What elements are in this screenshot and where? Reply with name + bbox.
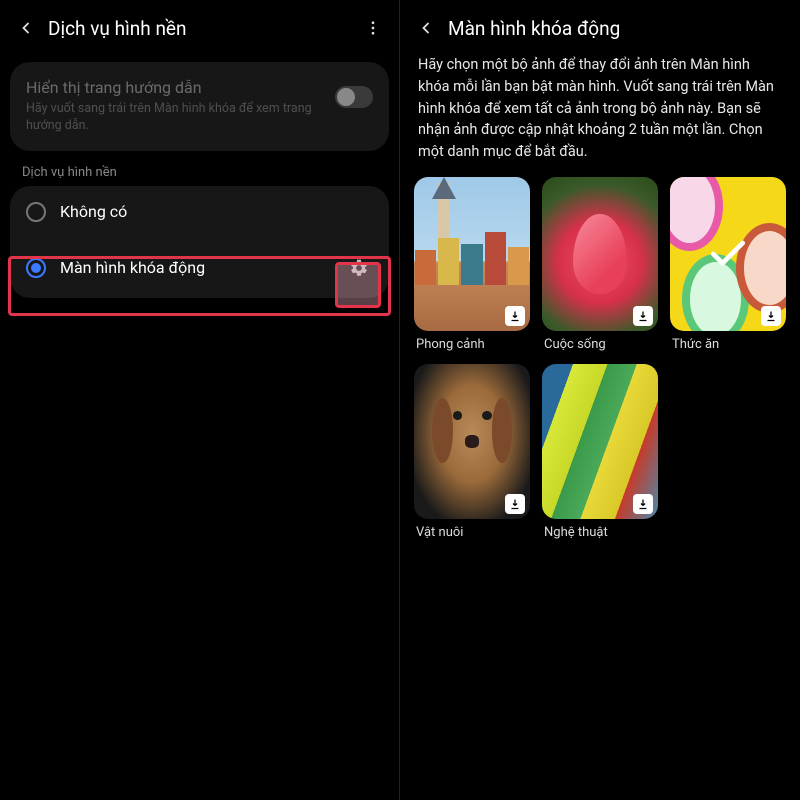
thumbnail [670, 177, 786, 332]
more-vertical-icon [364, 19, 382, 37]
page-title: Dịch vụ hình nền [48, 17, 359, 40]
category-label: Vật nuôi [414, 525, 530, 540]
download-icon [761, 306, 781, 326]
download-icon [505, 306, 525, 326]
service-options: Không có Màn hình khóa động [10, 186, 389, 298]
guide-toggle[interactable] [335, 86, 373, 108]
more-button[interactable] [359, 14, 387, 42]
option-dynamic-lockscreen[interactable]: Màn hình khóa động [10, 238, 389, 298]
guide-card: Hiển thị trang hướng dẫn Hãy vuốt sang t… [10, 62, 389, 151]
category-label: Nghệ thuật [542, 525, 658, 540]
thumbnail [542, 364, 658, 519]
back-button[interactable] [12, 14, 40, 42]
option-label: Không có [60, 202, 373, 221]
chevron-left-icon [16, 18, 36, 38]
header: Màn hình khóa động [400, 0, 800, 54]
chevron-left-icon [416, 18, 436, 38]
download-icon [505, 494, 525, 514]
category-art[interactable]: Nghệ thuật [542, 364, 658, 540]
radio-icon [26, 202, 46, 222]
guide-title: Hiển thị trang hướng dẫn [26, 78, 325, 97]
gear-icon [349, 258, 369, 278]
category-label: Phong cảnh [414, 337, 530, 352]
download-icon [633, 306, 653, 326]
option-none[interactable]: Không có [10, 186, 389, 238]
category-food[interactable]: Thức ăn [670, 177, 786, 353]
radio-icon [26, 258, 46, 278]
page-title: Màn hình khóa động [448, 17, 788, 40]
category-label: Cuộc sống [542, 337, 658, 352]
settings-button[interactable] [345, 254, 373, 282]
guide-subtitle: Hãy vuốt sang trái trên Màn hình khóa để… [26, 101, 325, 135]
thumbnail [414, 177, 530, 332]
thumbnail [414, 364, 530, 519]
dynamic-lockscreen-screen: Màn hình khóa động Hãy chọn một bộ ảnh đ… [400, 0, 800, 800]
header: Dịch vụ hình nền [0, 0, 399, 54]
option-label: Màn hình khóa động [60, 258, 331, 277]
wallpaper-service-screen: Dịch vụ hình nền Hiển thị trang hướng dẫ… [0, 0, 400, 800]
category-pets[interactable]: Vật nuôi [414, 364, 530, 540]
thumbnail [542, 177, 658, 332]
back-button[interactable] [412, 14, 440, 42]
category-label: Thức ăn [670, 337, 786, 352]
description: Hãy chọn một bộ ảnh để thay đổi ảnh trên… [400, 54, 800, 177]
section-label: Dịch vụ hình nền [22, 165, 399, 180]
category-life[interactable]: Cuộc sống [542, 177, 658, 353]
download-icon [633, 494, 653, 514]
category-landscape[interactable]: Phong cảnh [414, 177, 530, 353]
category-grid: Phong cảnh Cuộc sống Thức ăn [400, 177, 800, 540]
